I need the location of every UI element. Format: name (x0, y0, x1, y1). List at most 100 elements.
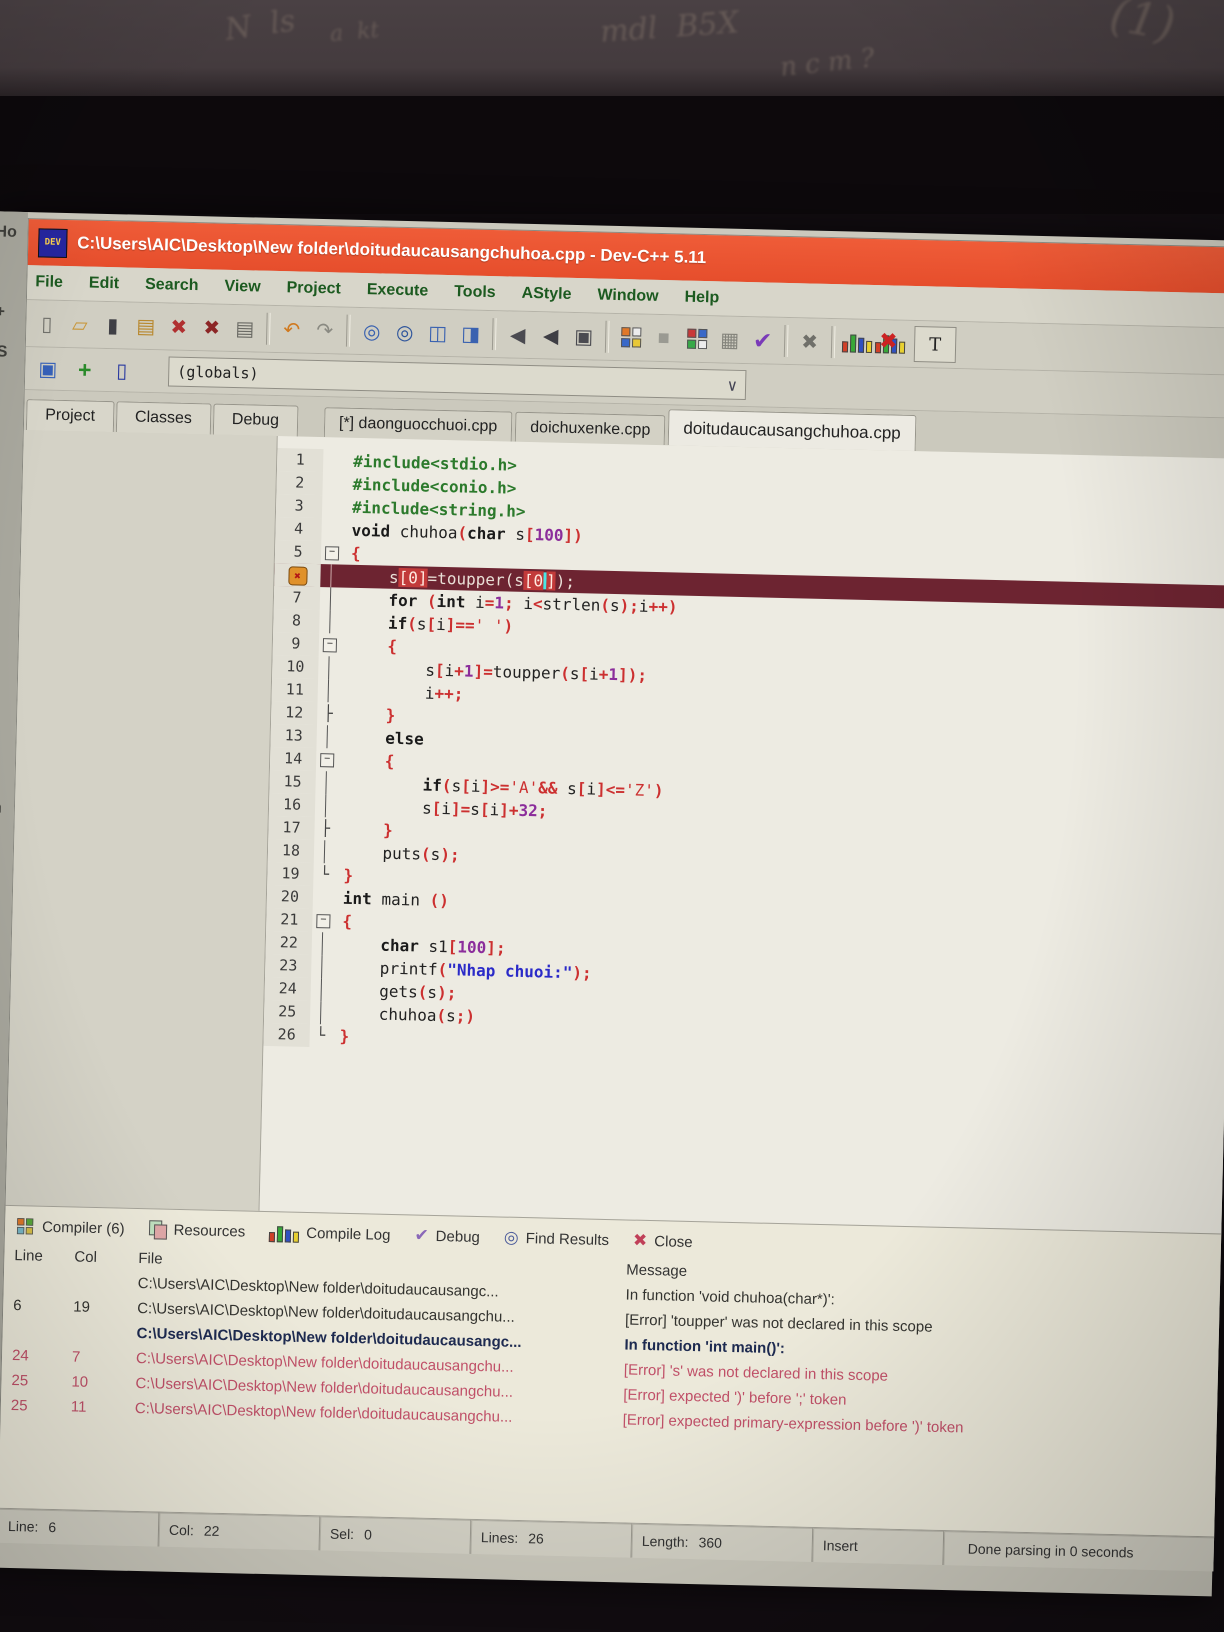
compile-run-icon[interactable]: ▣ (567, 319, 601, 354)
project-options-icon[interactable] (680, 321, 714, 356)
line-number: 3 (276, 494, 323, 518)
chevron-down-icon[interactable]: ∨ (727, 375, 737, 394)
print-icon[interactable]: ▤ (228, 311, 262, 346)
menu-item-tools[interactable]: Tools (454, 283, 496, 302)
menu-item-project[interactable]: Project (286, 279, 341, 298)
menu-item-help[interactable]: Help (684, 289, 719, 308)
redo-icon-glyph: ↷ (316, 317, 333, 342)
syntax-check-icon-glyph: ■ (657, 326, 670, 349)
fold-collapse-icon[interactable]: − (323, 638, 337, 652)
code-editor[interactable]: 1#include<stdio.h>2#include<conio.h>3#in… (260, 436, 1224, 1233)
run-icon[interactable]: ◀ (534, 318, 568, 353)
close-all-icon[interactable]: ✖ (195, 310, 229, 345)
fold-marker: ├ (317, 702, 340, 726)
menu-item-execute[interactable]: Execute (367, 281, 429, 300)
delete-profile-icon[interactable]: ✖ (873, 326, 907, 361)
fold-marker (311, 955, 334, 979)
editor-tab[interactable]: doichuxenke.cpp (515, 412, 666, 446)
tab-resources[interactable]: Resources (148, 1220, 245, 1240)
menu-item-file[interactable]: File (35, 273, 63, 292)
status-field-length: Length:360 (631, 1524, 813, 1562)
fold-marker (316, 725, 339, 749)
tab-close[interactable]: ✖Close (633, 1231, 693, 1252)
project-panel[interactable] (6, 430, 278, 1211)
menu-item-view[interactable]: View (224, 278, 261, 297)
toggle-bookmark-icon[interactable]: ▯ (105, 353, 139, 388)
error-line-cell: 25 (11, 1372, 63, 1390)
profile-icon[interactable] (840, 325, 874, 360)
find-icon[interactable]: ◎ (355, 314, 389, 349)
editor-tab[interactable]: doitudaucausangchuhoa.cpp (668, 409, 916, 451)
fold-marker[interactable]: − (319, 633, 342, 657)
editor-tab[interactable]: [*] daonguocchuoi.cpp (324, 407, 513, 441)
find-in-files-icon[interactable]: ◎ (388, 315, 422, 350)
toolbar-partial-button[interactable]: T (914, 326, 957, 363)
abort-icon[interactable]: ✖ (793, 324, 827, 359)
fold-marker[interactable]: − (321, 541, 344, 565)
window-layout-icon[interactable]: ▦ (713, 322, 747, 357)
undo-icon-glyph: ↶ (283, 317, 300, 342)
tab-compile-log[interactable]: Compile Log (269, 1222, 391, 1245)
column-header-col[interactable]: Col (74, 1248, 130, 1266)
fold-marker[interactable]: − (316, 748, 339, 772)
menu-item-astyle[interactable]: AStyle (521, 285, 571, 304)
fold-marker: ├ (314, 817, 337, 841)
globals-combobox[interactable]: (globals) ∨ (168, 356, 747, 400)
rebuild-all-icon[interactable] (614, 320, 648, 355)
print-icon-glyph: ▤ (235, 316, 254, 341)
tab-find-results[interactable]: ◎Find Results (504, 1228, 610, 1250)
undo-icon[interactable]: ↶ (275, 312, 309, 347)
menu-item-window[interactable]: Window (597, 287, 659, 306)
tab-compile-log-icon (269, 1222, 299, 1243)
fold-collapse-icon[interactable]: − (325, 546, 339, 560)
check-syntax-icon[interactable]: ✔ (746, 323, 780, 358)
redo-icon[interactable]: ↷ (308, 313, 342, 348)
tab-close-icon: ✖ (633, 1231, 648, 1251)
replace-icon[interactable]: ◫ (421, 315, 455, 350)
new-file-icon-glyph: ▯ (41, 311, 53, 336)
menu-item-edit[interactable]: Edit (89, 275, 120, 294)
background-edge-text: n (0, 799, 2, 817)
sidebar-tab-project[interactable]: Project (26, 399, 115, 432)
back-page-icon[interactable]: ▣ (31, 351, 65, 386)
line-number: 5 (275, 540, 322, 564)
fold-collapse-icon[interactable]: − (316, 914, 330, 928)
toolbar-separator (605, 321, 610, 353)
add-watch-icon-glyph: + (78, 356, 92, 383)
find-in-files-icon-glyph: ◎ (396, 319, 414, 344)
status-message: Done parsing in 0 seconds (943, 1531, 1214, 1571)
fold-marker (322, 472, 345, 496)
syntax-check-icon[interactable]: ■ (647, 321, 681, 356)
fold-collapse-icon[interactable]: − (320, 753, 334, 767)
menu-item-search[interactable]: Search (145, 276, 199, 295)
profile-icon-bars (841, 332, 871, 353)
line-number: 9 (273, 632, 320, 656)
error-line-icon: ✖ (288, 566, 307, 585)
close-file-icon[interactable]: ✖ (162, 309, 196, 344)
line-number: 10 (272, 655, 319, 679)
tab-compiler[interactable]: Compiler (6) (15, 1216, 125, 1239)
compile-icon[interactable]: ◀ (501, 317, 535, 352)
line-number: ✖ (274, 563, 321, 587)
open-file-icon[interactable]: ▤ (129, 309, 163, 344)
line-number: 20 (267, 885, 314, 909)
error-col-cell: 19 (73, 1298, 129, 1316)
replace-icon-glyph: ◫ (428, 320, 447, 345)
find-icon-glyph: ◎ (363, 319, 381, 344)
compile-icon-glyph: ◀ (510, 322, 526, 347)
fold-marker[interactable]: − (312, 909, 335, 933)
add-watch-icon[interactable]: + (68, 352, 102, 387)
new-source-icon-glyph: ▱ (72, 312, 88, 337)
new-source-icon[interactable]: ▱ (63, 307, 97, 342)
sidebar-tab-debug[interactable]: Debug (213, 404, 299, 437)
tab-debug[interactable]: ✔Debug (414, 1225, 480, 1247)
sidebar-tab-classes[interactable]: Classes (116, 401, 212, 434)
compiler-panel: Compiler (6) Resources Compile Log ✔Debug ◎F… (0, 1205, 1221, 1537)
save-icon[interactable]: ▮ (96, 308, 130, 343)
toolbar-separator (831, 326, 836, 358)
line-number: 12 (271, 701, 318, 725)
new-file-icon[interactable]: ▯ (30, 306, 64, 341)
error-col-cell: 11 (71, 1398, 127, 1416)
column-header-line[interactable]: Line (14, 1247, 66, 1265)
goto-line-icon[interactable]: ◨ (454, 316, 488, 351)
